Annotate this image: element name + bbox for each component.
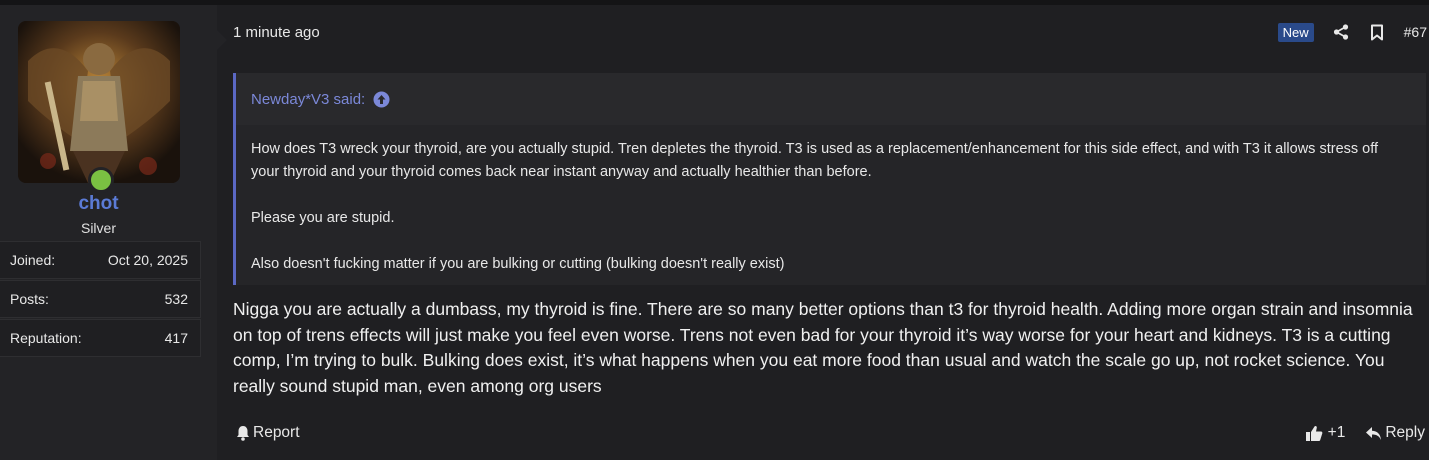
avatar[interactable] (18, 21, 180, 183)
user-stats: Joined: Oct 20, 2025 Posts: 532 Reputati… (0, 241, 201, 358)
stat-label: Reputation: (10, 330, 82, 346)
avatar-image (18, 21, 180, 183)
reply-button[interactable]: Reply (1365, 424, 1425, 442)
quote-block: Newday*V3 said: How does T3 wreck your t… (233, 73, 1426, 285)
quote-paragraph: How does T3 wreck your thyroid, are you … (251, 141, 1379, 180)
quote-paragraph: Please you are stupid. (251, 210, 395, 226)
stat-reputation: Reputation: 417 (0, 319, 201, 357)
report-label: Report (253, 424, 300, 441)
bell-icon (236, 425, 250, 441)
username[interactable]: chot (0, 193, 197, 215)
stat-value: Oct 20, 2025 (107, 252, 188, 268)
thumbs-up-icon (1305, 425, 1323, 442)
quote-author[interactable]: Newday*V3 said: (251, 91, 365, 108)
quote-body: How does T3 wreck your thyroid, are you … (236, 125, 1426, 285)
stat-label: Posts: (10, 291, 49, 307)
report-link[interactable]: Report (236, 424, 300, 442)
post-arrow (217, 30, 227, 50)
online-status-indicator (88, 167, 114, 193)
like-button[interactable]: +1 (1305, 424, 1346, 442)
post-body: Nigga you are actually a dumbass, my thy… (233, 299, 1413, 396)
share-icon[interactable] (1332, 23, 1350, 41)
arrow-up-circle-icon[interactable] (373, 91, 390, 108)
stat-label: Joined: (10, 252, 56, 268)
avatar-container[interactable] (18, 21, 180, 193)
stat-value: 532 (164, 291, 188, 307)
bookmark-icon[interactable] (1368, 23, 1386, 41)
stat-joined: Joined: Oct 20, 2025 (0, 241, 201, 279)
like-count: +1 (1327, 424, 1346, 441)
stat-value: 417 (164, 330, 188, 346)
post-footer-actions: +1 Reply (1305, 424, 1425, 442)
user-panel: chot Silver Joined: Oct 20, 2025 Posts: … (0, 5, 217, 460)
post-header-actions: New #67 (1277, 20, 1429, 44)
reply-label: Reply (1385, 424, 1425, 441)
new-badge: New (1277, 22, 1314, 42)
post-timestamp[interactable]: 1 minute ago (233, 24, 320, 41)
quote-paragraph: Also doesn't fucking matter if you are b… (251, 256, 785, 272)
reply-icon (1365, 426, 1382, 441)
stat-posts: Posts: 532 (0, 280, 201, 318)
quote-header[interactable]: Newday*V3 said: (236, 73, 1426, 125)
user-title: Silver (80, 220, 116, 236)
post-number[interactable]: #67 (1404, 24, 1427, 40)
